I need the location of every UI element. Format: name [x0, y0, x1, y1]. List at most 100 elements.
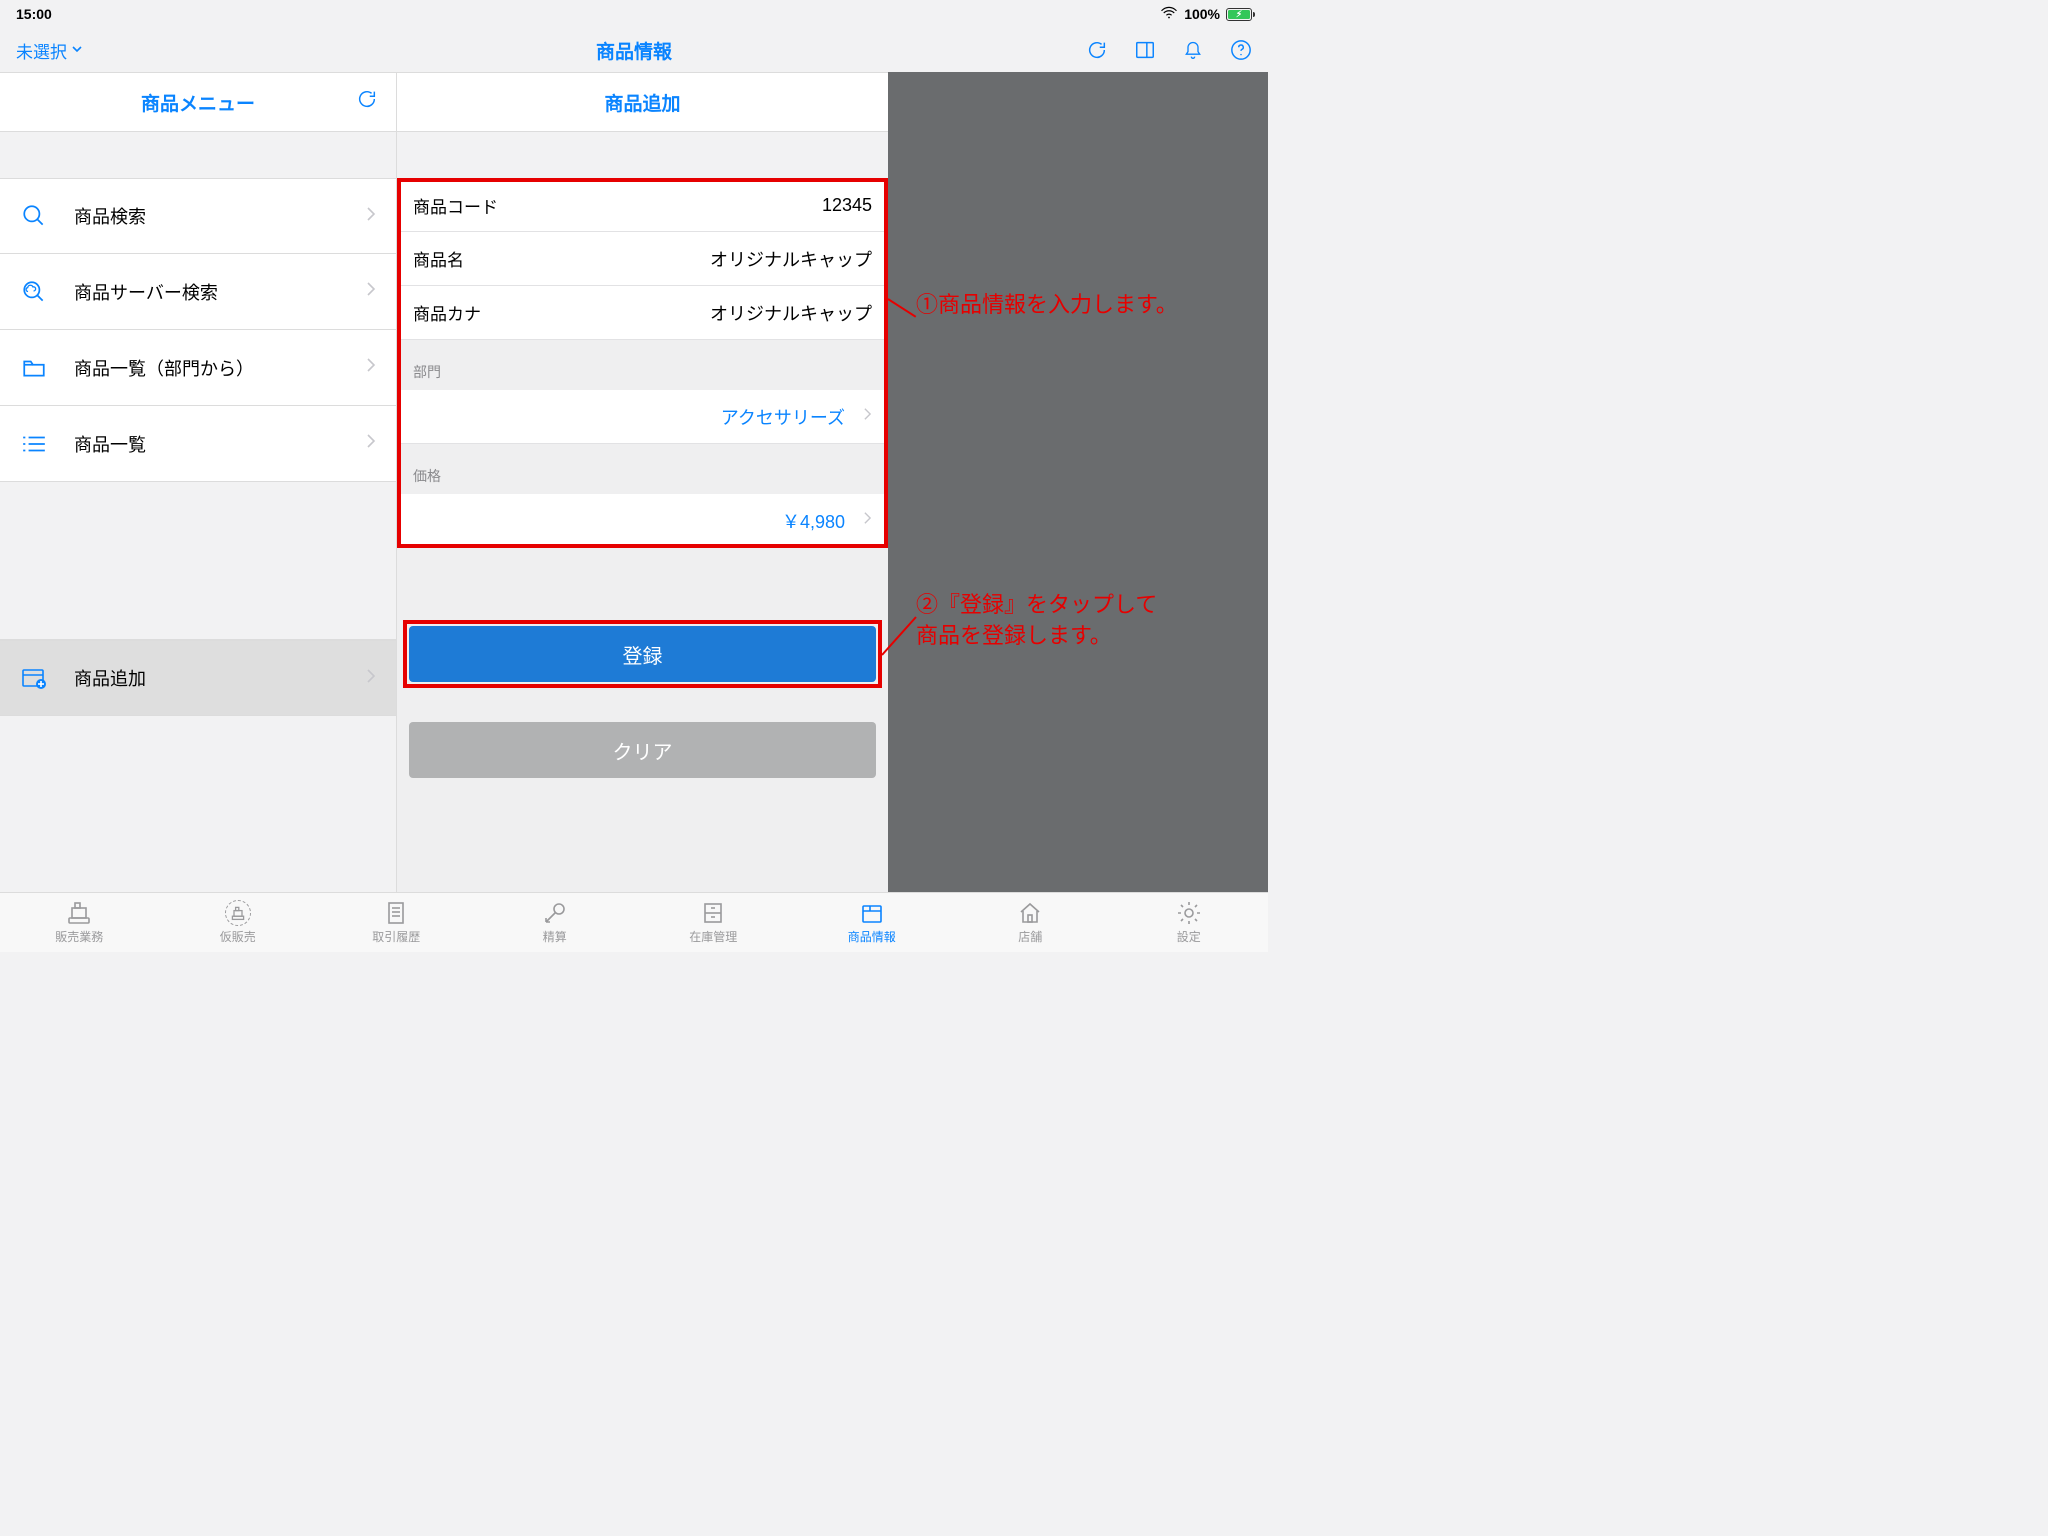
form-top-group: 商品コード 12345 商品名 オリジナルキャップ 商品カナ オリジナルキャップ… — [397, 178, 888, 548]
middle-header-title: 商品追加 — [604, 89, 680, 116]
button-gap-top — [397, 548, 888, 626]
button-gap-mid — [397, 682, 888, 722]
field-value: ￥4,980 — [425, 508, 845, 534]
box-icon — [859, 900, 885, 926]
tab-settings[interactable]: 設定 — [1110, 893, 1269, 952]
tab-label: 店舗 — [1018, 928, 1042, 945]
left-header: 商品メニュー — [0, 72, 396, 132]
register-button[interactable]: 登録 — [409, 626, 876, 682]
page-title: 商品情報 — [0, 37, 1268, 64]
middle-body: 商品コード 12345 商品名 オリジナルキャップ 商品カナ オリジナルキャップ… — [396, 132, 888, 892]
bell-icon[interactable] — [1182, 39, 1204, 61]
field-product-kana[interactable]: 商品カナ オリジナルキャップ — [397, 286, 888, 340]
main-content: 商品メニュー 商品検索 — [0, 72, 1268, 892]
middle-spacer — [397, 132, 888, 178]
status-time: 15:00 — [16, 6, 52, 22]
add-product-icon — [20, 664, 48, 692]
field-label: 商品コード — [413, 193, 498, 218]
chevron-right-icon — [863, 407, 872, 426]
battery-icon: ⚡︎ — [1226, 8, 1252, 21]
register-button-label: 登録 — [623, 640, 663, 669]
field-label: 商品名 — [413, 246, 464, 271]
tab-label: 取引履歴 — [372, 928, 420, 945]
menu-item-search[interactable]: 商品検索 — [0, 178, 396, 254]
clear-button-label: クリア — [613, 736, 673, 765]
cloud-search-icon — [20, 278, 48, 306]
folder-icon — [20, 354, 48, 382]
section-header-price: 価格 — [397, 444, 888, 494]
tab-transaction-history[interactable]: 取引履歴 — [317, 893, 476, 952]
annotation-step2: ②『登録』をタップして 商品を登録します。 — [916, 590, 1157, 652]
middle-column: 商品追加 商品コード 12345 商品名 オリジナルキャップ 商品カナ オリジナ… — [396, 72, 888, 892]
navbar: 未選択 商品情報 — [0, 28, 1268, 72]
menu-item-list[interactable]: 商品一覧 — [0, 406, 396, 482]
field-value: アクセサリーズ — [425, 404, 845, 430]
register-button-wrap: 登録 — [397, 626, 888, 682]
left-spacer — [0, 132, 396, 178]
drawers-icon — [700, 900, 726, 926]
chevron-right-icon — [863, 511, 872, 530]
document-icon — [383, 900, 409, 926]
suspended-icon — [225, 900, 251, 926]
right-panel: ①商品情報を入力します。 ②『登録』をタップして 商品を登録します。 — [888, 72, 1268, 892]
key-icon — [542, 900, 568, 926]
left-header-title: 商品メニュー — [141, 89, 255, 116]
menu-list: 商品検索 商品サーバー検索 — [0, 178, 396, 482]
tab-product-info[interactable]: 商品情報 — [793, 893, 952, 952]
tab-store[interactable]: 店舗 — [951, 893, 1110, 952]
nav-left-label: 未選択 — [16, 38, 67, 63]
search-icon — [20, 202, 48, 230]
chevron-right-icon — [366, 206, 376, 227]
annotation-step1: ①商品情報を入力します。 — [916, 290, 1178, 321]
left-fill — [0, 482, 396, 639]
nav-category-selector[interactable]: 未選択 — [16, 38, 83, 63]
nav-actions — [1086, 39, 1252, 61]
field-price[interactable]: ￥4,980 — [397, 494, 888, 548]
refresh-icon[interactable] — [1086, 39, 1108, 61]
gear-icon — [1176, 900, 1202, 926]
field-label: 商品カナ — [413, 300, 481, 325]
menu-item-label: 商品追加 — [74, 665, 340, 691]
wifi-icon — [1160, 6, 1178, 23]
chevron-right-icon — [366, 668, 376, 689]
chevron-right-icon — [366, 281, 376, 302]
tab-label: 精算 — [543, 928, 567, 945]
field-value: 12345 — [510, 195, 872, 216]
list-icon — [20, 430, 48, 458]
status-right: 100% ⚡︎ — [1160, 6, 1252, 23]
section-header-department: 部門 — [397, 340, 888, 390]
help-icon[interactable] — [1230, 39, 1252, 61]
field-product-code[interactable]: 商品コード 12345 — [397, 178, 888, 232]
menu-item-server-search[interactable]: 商品サーバー検索 — [0, 254, 396, 330]
menu-item-label: 商品サーバー検索 — [74, 279, 340, 305]
menu-group-bottom: 商品追加 — [0, 639, 396, 716]
tab-suspended-sales[interactable]: 仮販売 — [159, 893, 318, 952]
menu-item-label: 商品検索 — [74, 203, 340, 229]
menu-item-label: 商品一覧（部門から） — [74, 355, 340, 381]
battery-percent: 100% — [1184, 6, 1220, 22]
field-value: オリジナルキャップ — [493, 300, 872, 326]
chevron-right-icon — [366, 433, 376, 454]
tab-settlement[interactable]: 精算 — [476, 893, 635, 952]
annotation-step2-line1: ②『登録』をタップして — [916, 592, 1157, 617]
tab-label: 設定 — [1177, 928, 1201, 945]
tab-inventory[interactable]: 在庫管理 — [634, 893, 793, 952]
field-department[interactable]: アクセサリーズ — [397, 390, 888, 444]
clear-button[interactable]: クリア — [409, 722, 876, 778]
tab-label: 販売業務 — [55, 928, 103, 945]
columns-icon[interactable] — [1134, 39, 1156, 61]
tab-sales[interactable]: 販売業務 — [0, 893, 159, 952]
left-refresh-icon[interactable] — [356, 88, 378, 116]
home-icon — [1017, 900, 1043, 926]
tab-label: 在庫管理 — [689, 928, 737, 945]
menu-item-list-by-department[interactable]: 商品一覧（部門から） — [0, 330, 396, 406]
middle-header: 商品追加 — [396, 72, 888, 132]
annotation-step2-line2: 商品を登録します。 — [916, 623, 1112, 648]
field-value: オリジナルキャップ — [476, 246, 872, 272]
statusbar: 15:00 100% ⚡︎ — [0, 0, 1268, 28]
menu-item-add-product[interactable]: 商品追加 — [0, 640, 396, 716]
field-product-name[interactable]: 商品名 オリジナルキャップ — [397, 232, 888, 286]
register-machine-icon — [66, 900, 92, 926]
menu-item-label: 商品一覧 — [74, 431, 340, 457]
tabbar: 販売業務 仮販売 取引履歴 精算 在庫 — [0, 892, 1268, 952]
